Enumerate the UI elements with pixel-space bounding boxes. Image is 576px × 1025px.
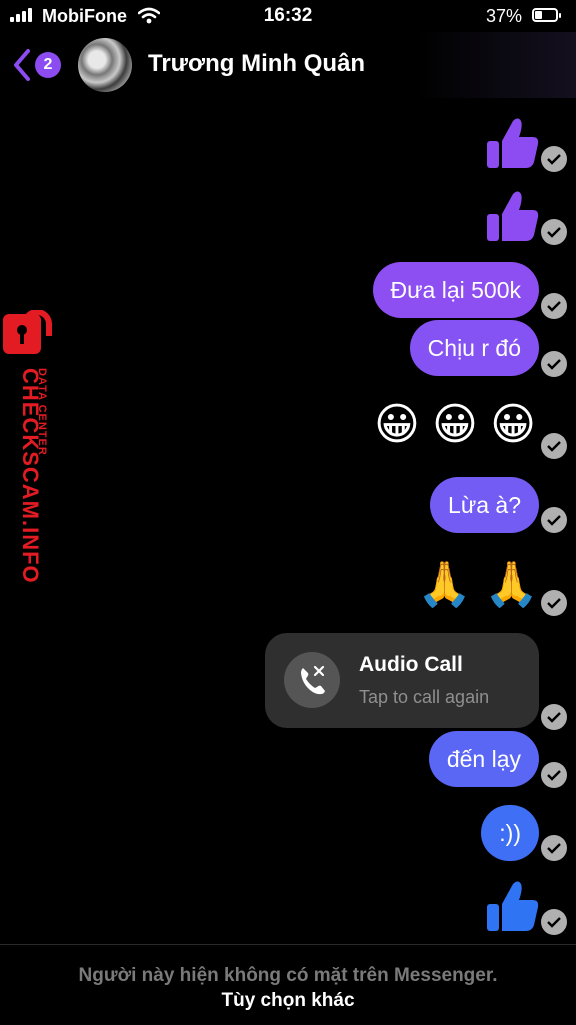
status-bar: MobiFone 16:32 37% xyxy=(0,0,576,32)
like-icon xyxy=(487,191,539,241)
battery-icon xyxy=(532,8,561,22)
call-title: Audio Call xyxy=(359,653,463,676)
audio-call-card[interactable]: Audio Call Tap to call again xyxy=(265,633,539,728)
message-bubble[interactable]: Chịu r đó xyxy=(409,320,539,376)
read-receipt-icon xyxy=(541,351,567,377)
chevron-left-icon[interactable] xyxy=(12,48,32,82)
message-bubble[interactable]: đến lạy xyxy=(428,731,539,787)
message-bubble[interactable]: :)) xyxy=(481,805,539,861)
read-receipt-icon xyxy=(541,146,567,172)
more-options-link[interactable]: Tùy chọn khác xyxy=(0,990,576,1012)
emoji-message[interactable]: 🙏 🙏 xyxy=(417,560,539,610)
read-receipt-icon xyxy=(541,433,567,459)
read-receipt-icon xyxy=(541,835,567,861)
read-receipt-icon xyxy=(541,293,567,319)
chat-header: 2 Trương Minh Quân xyxy=(0,32,576,98)
read-receipt-icon xyxy=(541,507,567,533)
message-bubble[interactable]: Đưa lại 500k xyxy=(372,262,539,318)
read-receipt-icon xyxy=(541,219,567,245)
read-receipt-icon xyxy=(541,909,567,935)
like-icon xyxy=(487,118,539,168)
battery-percent: 37% xyxy=(486,6,523,26)
like-icon xyxy=(487,881,539,931)
call-subtitle: Tap to call again xyxy=(359,687,490,707)
unread-badge[interactable]: 2 xyxy=(35,52,61,78)
missed-call-icon xyxy=(301,665,325,695)
call-icon-wrapper xyxy=(284,652,340,708)
footer: Người này hiện không có mặt trên Messeng… xyxy=(0,944,576,1025)
read-receipt-icon xyxy=(541,590,567,616)
avatar[interactable] xyxy=(78,38,132,92)
unavailable-note: Người này hiện không có mặt trên Messeng… xyxy=(78,965,498,986)
emoji-message[interactable]: 😀 😀 😀 xyxy=(374,400,536,450)
message-bubble[interactable]: Lừa à? xyxy=(430,477,539,533)
read-receipt-icon xyxy=(541,704,567,730)
contact-name[interactable]: Trương Minh Quân xyxy=(148,50,365,78)
read-receipt-icon xyxy=(541,762,567,788)
lock-icon xyxy=(3,310,52,354)
watermark-subtitle: DATA CENTER xyxy=(36,368,48,456)
